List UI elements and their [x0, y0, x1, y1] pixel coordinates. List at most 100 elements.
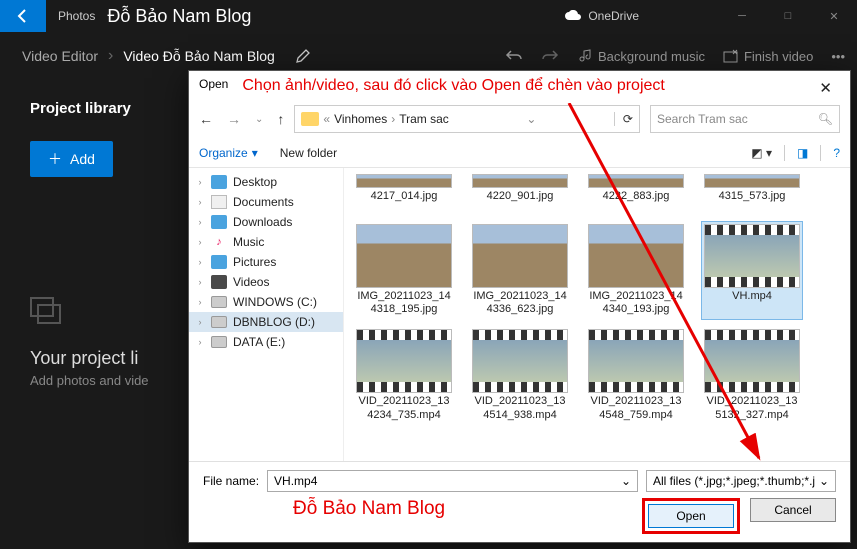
file-filter-select[interactable]: All files (*.jpg;*.jpeg;*.thumb;*.j ⌄ — [646, 470, 836, 492]
file-grid: 4217_014.jpg 4220_901.jpg 4222_883.jpg 4315… — [344, 168, 850, 461]
app-name: Photos — [46, 9, 107, 23]
music-icon — [577, 49, 592, 64]
file-item[interactable]: VID_20211023_134548_759.mp4 — [586, 327, 686, 424]
tree-item-videos[interactable]: ›Videos — [189, 272, 343, 292]
cancel-button[interactable]: Cancel — [750, 498, 836, 522]
filename-label: File name: — [203, 474, 259, 488]
nav-back-button[interactable]: ← — [199, 111, 213, 127]
finish-video-button[interactable]: Finish video — [723, 49, 813, 64]
file-item[interactable]: VH.mp4 — [702, 222, 802, 319]
chevron-right-icon: › — [195, 317, 205, 327]
search-icon: 🔍︎ — [818, 112, 833, 126]
rename-button[interactable] — [285, 48, 321, 64]
drive-icon — [211, 316, 227, 328]
add-button[interactable]: ＋ Add — [30, 141, 113, 177]
video-thumbnail — [472, 329, 568, 393]
video-editor-link[interactable]: Video Editor — [12, 48, 108, 64]
undo-button[interactable] — [505, 48, 523, 64]
file-item[interactable]: IMG_20211023_144318_195.jpg — [354, 222, 454, 319]
chevron-right-icon: › — [195, 217, 205, 227]
folder-tree: ›Desktop›Documents›Downloads›♪Music›Pict… — [189, 168, 344, 461]
refresh-button[interactable]: ⟳ — [614, 112, 633, 126]
file-item[interactable]: 4222_883.jpg — [586, 172, 686, 214]
file-open-dialog: Open Chọn ảnh/video, sau đó click vào Op… — [188, 70, 851, 543]
file-item[interactable]: VID_20211023_134234_735.mp4 — [354, 327, 454, 424]
doc-icon — [211, 195, 227, 209]
folder-icon — [301, 112, 319, 126]
filename-input[interactable]: VH.mp4 ⌄ — [267, 470, 638, 492]
chevron-down-icon: ▾ — [252, 146, 258, 160]
thumbnail — [356, 174, 452, 188]
photo-thumbnail — [588, 224, 684, 288]
address-bar[interactable]: « Vinhomes › Tram sac ⌄ ⟳ — [294, 105, 640, 133]
desktop-icon — [211, 175, 227, 189]
tree-item-documents[interactable]: ›Documents — [189, 192, 343, 212]
drive-icon — [211, 296, 227, 308]
photo-thumbnail — [356, 224, 452, 288]
close-button[interactable]: ✕ — [811, 0, 857, 32]
undo-icon — [505, 48, 523, 64]
new-folder-button[interactable]: New folder — [280, 146, 337, 160]
bg-music-button[interactable]: Background music — [577, 49, 705, 64]
thumbnail — [472, 174, 568, 188]
drive-icon — [211, 336, 227, 348]
thumbnail — [704, 174, 800, 188]
more-button[interactable]: ••• — [831, 49, 845, 64]
minimize-button[interactable]: ─ — [719, 0, 765, 32]
view-preview-button[interactable]: ◨ — [797, 146, 808, 160]
dialog-title: Open — [199, 77, 228, 91]
onedrive-status[interactable]: OneDrive — [564, 9, 639, 23]
thumbnail — [588, 174, 684, 188]
tree-item-dbnblog-d-[interactable]: ›DBNBLOG (D:) — [189, 312, 343, 332]
music-icon: ♪ — [211, 235, 227, 249]
chevron-right-icon: › — [195, 297, 205, 307]
file-item[interactable]: 4220_901.jpg — [470, 172, 570, 214]
video-thumbnail — [704, 224, 800, 288]
download-icon — [211, 215, 227, 229]
redo-icon — [541, 48, 559, 64]
file-item[interactable]: IMG_20211023_144336_623.jpg — [470, 222, 570, 319]
file-item[interactable]: 4315_573.jpg — [702, 172, 802, 214]
project-name[interactable]: Video Đỗ Bảo Nam Blog — [113, 48, 285, 64]
plus-icon: ＋ — [48, 149, 62, 169]
breadcrumb-segment[interactable]: Vinhomes — [334, 112, 387, 126]
video-thumbnail — [704, 329, 800, 393]
chevron-right-icon: › — [195, 257, 205, 267]
organize-menu[interactable]: Organize ▾ — [199, 146, 258, 160]
video-thumbnail — [588, 329, 684, 393]
help-button[interactable]: ? — [833, 146, 840, 160]
video-icon — [211, 275, 227, 289]
breadcrumb-segment[interactable]: Tram sac — [399, 112, 449, 126]
watermark-text: Đỗ Bảo Nam Blog — [203, 492, 445, 520]
open-button[interactable]: Open — [648, 504, 734, 528]
view-large-button[interactable]: ◩ ▾ — [751, 146, 772, 160]
nav-up-button[interactable]: ↑ — [277, 111, 284, 127]
tree-item-pictures[interactable]: ›Pictures — [189, 252, 343, 272]
chevron-right-icon: › — [195, 197, 205, 207]
tree-item-desktop[interactable]: ›Desktop — [189, 172, 343, 192]
file-item[interactable]: IMG_20211023_144340_193.jpg — [586, 222, 686, 319]
tree-item-music[interactable]: ›♪Music — [189, 232, 343, 252]
tree-item-downloads[interactable]: ›Downloads — [189, 212, 343, 232]
maximize-button[interactable]: □ — [765, 0, 811, 32]
back-button[interactable] — [0, 0, 46, 32]
file-item[interactable]: VID_20211023_135132_327.mp4 — [702, 327, 802, 424]
tree-item-windows-c-[interactable]: ›WINDOWS (C:) — [189, 292, 343, 312]
nav-forward-button[interactable]: → — [227, 111, 241, 127]
file-item[interactable]: VID_20211023_134514_938.mp4 — [470, 327, 570, 424]
dialog-close-button[interactable]: ✕ — [811, 77, 840, 99]
chevron-down-icon: ⌄ — [819, 474, 829, 488]
file-item[interactable]: 4217_014.jpg — [354, 172, 454, 214]
chevron-down-icon: ⌄ — [621, 474, 631, 488]
search-input[interactable]: Search Tram sac 🔍︎ — [650, 105, 840, 133]
redo-button[interactable] — [541, 48, 559, 64]
chevron-right-icon: › — [195, 237, 205, 247]
document-title: Đỗ Bảo Nam Blog — [107, 6, 564, 27]
tree-item-data-e-[interactable]: ›DATA (E:) — [189, 332, 343, 352]
window-titlebar: Photos Đỗ Bảo Nam Blog OneDrive ─ □ ✕ — [0, 0, 857, 32]
annotation-text: Chọn ảnh/video, sau đó click vào Open để… — [242, 77, 811, 95]
nav-recent-button[interactable]: ⌄ — [255, 114, 263, 125]
cloud-icon — [564, 10, 582, 22]
chevron-right-icon: › — [195, 177, 205, 187]
pic-icon — [211, 255, 227, 269]
